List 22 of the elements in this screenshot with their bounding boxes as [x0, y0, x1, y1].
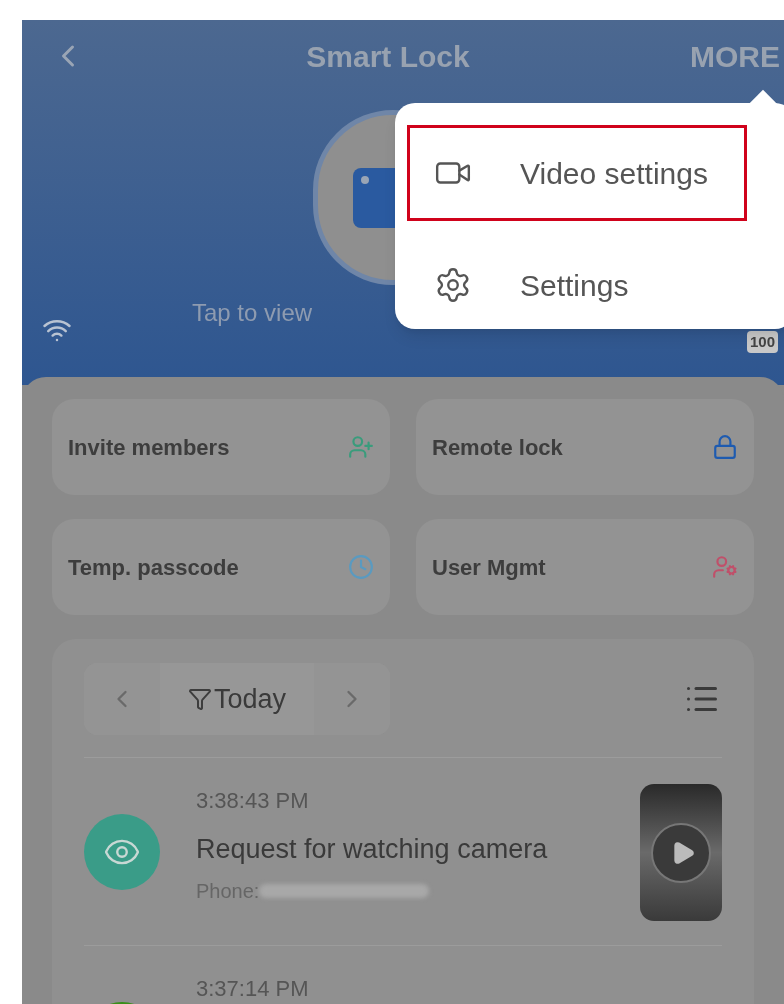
battery-badge: 100 — [746, 330, 778, 353]
menu-label: Settings — [520, 267, 629, 304]
tile-label: Remote lock — [432, 433, 563, 462]
more-button[interactable]: MORE — [690, 33, 780, 79]
tile-label: Invite members — [68, 433, 230, 462]
action-tile[interactable]: Temp. passcode — [52, 519, 390, 615]
action-tile[interactable]: Remote lock — [416, 399, 754, 495]
filter-icon[interactable] — [187, 687, 212, 711]
event-time: 3:38:43 PM — [196, 787, 310, 815]
event-title: Request for watching camera — [196, 833, 549, 866]
tile-label: User Mgmt — [432, 553, 546, 582]
menu-label: Video settings — [520, 155, 708, 192]
action-tile[interactable]: User Mgmt — [416, 519, 754, 615]
page-title: Smart Lock — [306, 38, 470, 75]
date-filter[interactable]: Today — [213, 678, 287, 720]
tap-hint[interactable]: Tap to view — [192, 295, 313, 331]
menu-item[interactable]: Settings — [407, 237, 747, 333]
tile-label: Temp. passcode — [68, 553, 239, 582]
video-thumbnail[interactable] — [640, 784, 722, 921]
action-tile[interactable]: Invite members — [52, 399, 390, 495]
event-time: 3:37:14 PM — [196, 975, 310, 1003]
menu-item[interactable]: Video settings — [407, 125, 747, 221]
